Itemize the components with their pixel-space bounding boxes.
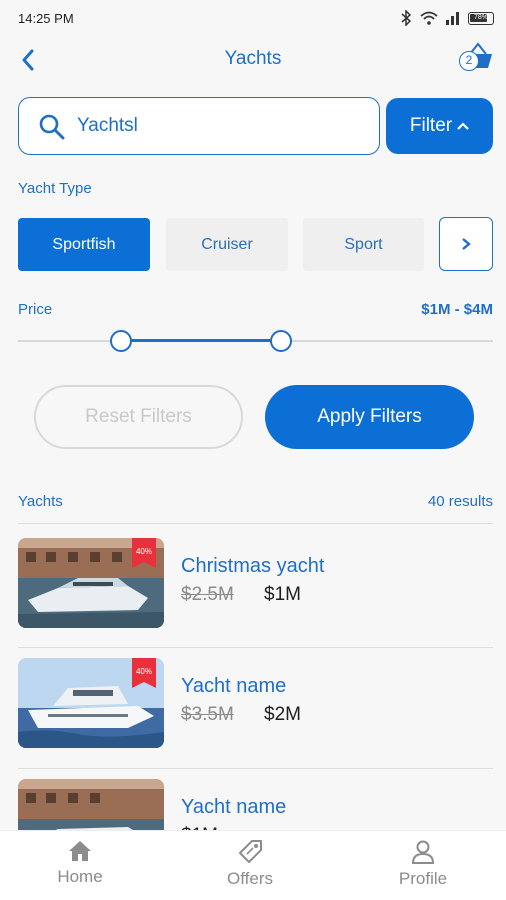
status-icons: 78% — [400, 10, 494, 26]
chevron-up-icon — [457, 122, 469, 130]
type-chip-sport[interactable]: Sport — [303, 218, 424, 271]
nav-home[interactable]: Home — [20, 839, 140, 887]
divider — [18, 523, 493, 524]
bottom-nav: Home Offers Profile — [0, 830, 506, 900]
nav-offers[interactable]: Offers — [190, 839, 310, 889]
page-title: Yachts — [224, 48, 282, 69]
signal-icon — [446, 12, 459, 25]
price-slider-min-handle[interactable] — [110, 330, 132, 352]
nav-home-label: Home — [57, 867, 103, 886]
status-time: 14:25 PM — [18, 11, 74, 26]
divider — [18, 768, 493, 769]
user-icon — [411, 840, 435, 864]
search-input[interactable] — [77, 112, 367, 140]
price-label: Price — [18, 301, 53, 318]
price-slider-max-handle[interactable] — [270, 330, 292, 352]
yacht-old-price: $3.5M — [181, 704, 234, 725]
search-box[interactable] — [18, 97, 380, 155]
nav-profile-label: Profile — [398, 869, 448, 888]
yacht-name: Christmas yacht — [181, 555, 325, 577]
yacht-type-label: Yacht Type — [18, 180, 92, 197]
app-header: Yachts 2 — [0, 38, 506, 82]
reset-filters-button[interactable]: Reset Filters — [34, 385, 243, 449]
yacht-name: Yacht name — [181, 796, 287, 818]
results-label: Yachts — [18, 493, 63, 510]
price-range-value: $1M - $4M — [421, 301, 493, 318]
search-icon — [39, 114, 65, 140]
type-next-button[interactable] — [439, 217, 493, 271]
cart-button[interactable]: 2 — [456, 40, 494, 76]
type-chip-cruiser[interactable]: Cruiser — [166, 218, 288, 271]
divider — [18, 647, 493, 648]
battery-level: 78% — [473, 13, 488, 21]
results-count: 40 results — [427, 493, 493, 510]
nav-profile[interactable]: Profile — [363, 839, 483, 889]
bluetooth-icon — [401, 10, 412, 26]
filter-label: Filter — [409, 115, 453, 136]
filter-toggle-button[interactable]: Filter — [386, 98, 493, 154]
list-item[interactable]: 40% Yacht name $3.5M $2M — [18, 658, 493, 750]
cart-count-badge: 2 — [459, 51, 479, 71]
nav-offers-label: Offers — [227, 869, 273, 888]
yacht-old-price: $2.5M — [181, 584, 234, 605]
home-icon — [69, 841, 91, 861]
apply-filters-button[interactable]: Apply Filters — [265, 385, 474, 449]
tag-icon — [239, 840, 262, 863]
price-slider-fill — [121, 339, 281, 342]
battery-icon: 78% — [468, 11, 494, 25]
yacht-name: Yacht name — [181, 675, 287, 697]
list-item[interactable]: 40% Christmas yacht $2.5M $1M — [18, 538, 493, 630]
status-bar: 14:25 PM 78% — [0, 0, 506, 36]
yacht-price: $2M — [264, 704, 301, 725]
type-chip-sportfish[interactable]: Sportfish — [18, 218, 150, 271]
yacht-price: $1M — [264, 584, 301, 605]
chevron-right-icon — [462, 238, 471, 250]
yacht-image: 40% — [18, 658, 164, 748]
wifi-icon — [420, 11, 438, 25]
yacht-image: 40% — [18, 538, 164, 628]
